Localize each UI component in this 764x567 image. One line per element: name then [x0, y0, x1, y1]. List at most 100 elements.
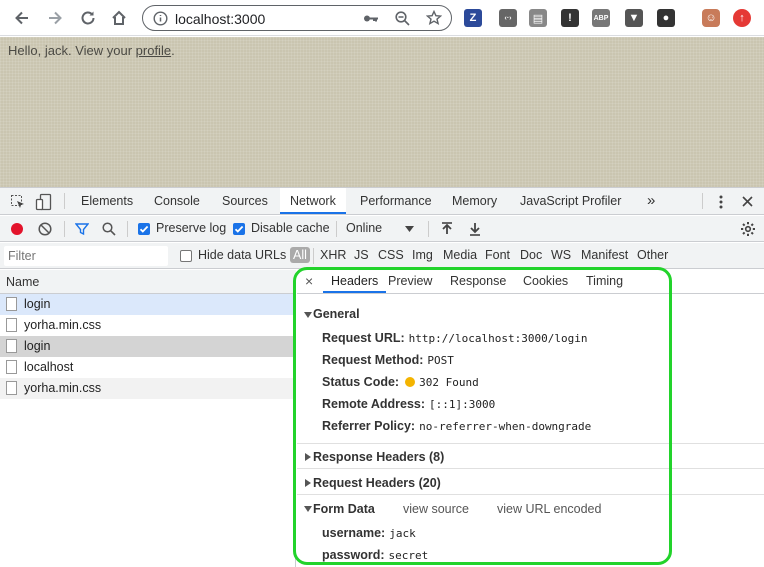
tab-javascript-profiler[interactable]: JavaScript Profiler	[520, 188, 621, 214]
form-data-title[interactable]: Form Data	[313, 502, 375, 516]
type-filter-other[interactable]: Other	[637, 248, 668, 262]
request-row[interactable]: yorha.min.css	[0, 378, 296, 399]
status-dot-icon	[405, 377, 416, 387]
home-button[interactable]	[108, 7, 130, 29]
reload-button[interactable]	[77, 7, 99, 29]
form-value: secret	[388, 549, 429, 562]
export-har-icon[interactable]	[469, 222, 481, 236]
search-icon[interactable]	[102, 222, 116, 236]
inspect-element-icon[interactable]	[10, 194, 26, 210]
upload-icon[interactable]: ↑	[733, 9, 751, 27]
general-row: Status Code: 302 Found	[322, 375, 479, 389]
page-icon[interactable]: ▤	[529, 9, 547, 27]
hide-data-urls-label[interactable]: Hide data URLs	[198, 248, 286, 262]
detail-tab-cookies[interactable]: Cookies	[523, 270, 568, 293]
throttling-select[interactable]: Online	[343, 218, 423, 239]
form-data-expand-icon[interactable]	[304, 506, 312, 512]
disable-cache-label[interactable]: Disable cache	[251, 221, 330, 235]
header-key: Remote Address:	[322, 397, 426, 411]
code-brackets-icon[interactable]: ‹·›	[499, 9, 517, 27]
hide-data-urls-checkbox[interactable]	[180, 250, 192, 262]
form-data-row: username: jack	[322, 526, 416, 540]
response-headers-title[interactable]: Response Headers (8)	[313, 450, 444, 464]
type-filter-media[interactable]: Media	[443, 248, 477, 262]
separator	[64, 221, 65, 237]
filter-input[interactable]	[4, 246, 168, 266]
type-filter-img[interactable]: Img	[412, 248, 433, 262]
info-icon[interactable]	[153, 11, 168, 26]
more-tabs-button[interactable]: »	[647, 188, 655, 214]
form-key: password:	[322, 548, 385, 562]
z-icon[interactable]: Z	[464, 9, 482, 27]
detail-tab-bar: × Headers Preview Response Cookies Timing	[297, 270, 764, 294]
general-section-title[interactable]: General	[313, 307, 360, 321]
response-headers-expand-icon[interactable]	[305, 453, 311, 461]
type-filter-all[interactable]: All	[290, 247, 310, 263]
back-button[interactable]	[11, 7, 33, 29]
request-name: login	[24, 339, 51, 353]
clear-icon[interactable]	[38, 222, 52, 236]
file-icon	[6, 381, 17, 395]
type-filter-manifest[interactable]: Manifest	[581, 248, 628, 262]
general-expand-icon[interactable]	[304, 312, 312, 318]
request-list: Name login yorha.min.css login localhost yor…	[0, 270, 296, 567]
divider	[297, 468, 764, 469]
check-icon	[234, 225, 244, 233]
abp-icon[interactable]: ABP	[592, 9, 610, 27]
request-row[interactable]: login	[0, 336, 296, 357]
type-filter-xhr[interactable]: XHR	[320, 248, 346, 262]
profile-link[interactable]: profile	[136, 43, 171, 58]
tab-memory[interactable]: Memory	[452, 188, 497, 214]
detail-tab-preview[interactable]: Preview	[388, 270, 432, 293]
url-text[interactable]: localhost:3000	[175, 11, 265, 27]
type-filter-ws[interactable]: WS	[551, 248, 571, 262]
zoom-out-icon[interactable]	[395, 11, 410, 26]
record-icon[interactable]	[10, 222, 24, 236]
request-row[interactable]: login	[0, 294, 296, 315]
header-key: Request Method:	[322, 353, 424, 367]
tab-elements[interactable]: Elements	[81, 188, 133, 214]
import-har-icon[interactable]	[441, 222, 453, 236]
view-url-encoded-link[interactable]: view URL encoded	[497, 502, 601, 516]
tab-network[interactable]: Network	[280, 188, 346, 214]
type-filter-font[interactable]: Font	[485, 248, 510, 262]
bug-icon[interactable]: ●	[657, 9, 675, 27]
preserve-log-label[interactable]: Preserve log	[156, 221, 226, 235]
kebab-menu-icon[interactable]	[715, 194, 727, 210]
request-headers-expand-icon[interactable]	[305, 479, 311, 487]
disable-cache-checkbox[interactable]	[233, 223, 245, 235]
request-row[interactable]: yorha.min.css	[0, 315, 296, 336]
separator	[428, 221, 429, 237]
view-source-link[interactable]: view source	[403, 502, 469, 516]
star-icon[interactable]	[426, 10, 442, 26]
close-detail-icon[interactable]: ×	[305, 273, 313, 289]
tab-sources[interactable]: Sources	[222, 188, 268, 214]
detail-tab-timing[interactable]: Timing	[586, 270, 623, 293]
form-value: jack	[389, 527, 416, 540]
preserve-log-checkbox[interactable]	[138, 223, 150, 235]
vue-icon[interactable]: ▼	[625, 9, 643, 27]
request-headers-title[interactable]: Request Headers (20)	[313, 476, 441, 490]
detail-tab-headers[interactable]: Headers	[323, 270, 387, 293]
request-row[interactable]: localhost	[0, 357, 296, 378]
device-toolbar-icon[interactable]	[35, 193, 53, 211]
general-row: Remote Address: [::1]:3000	[322, 397, 495, 411]
type-filter-doc[interactable]: Doc	[520, 248, 542, 262]
close-devtools-icon[interactable]	[741, 195, 754, 208]
devtools-panel: Elements Console Sources Network Performance…	[0, 187, 764, 567]
detail-tab-response[interactable]: Response	[450, 270, 506, 293]
filter-funnel-icon[interactable]	[75, 222, 89, 236]
key-icon[interactable]	[363, 12, 379, 25]
type-filter-css[interactable]: CSS	[378, 248, 404, 262]
tab-console[interactable]: Console	[154, 188, 200, 214]
name-column-header[interactable]: Name	[6, 275, 39, 289]
settings-gear-icon[interactable]	[740, 221, 756, 237]
header-key: Referrer Policy:	[322, 419, 416, 433]
tab-performance[interactable]: Performance	[360, 188, 432, 214]
type-filter-js[interactable]: JS	[354, 248, 369, 262]
address-bar[interactable]: localhost:3000	[142, 5, 452, 31]
avatar-icon[interactable]: ☺	[702, 9, 720, 27]
request-list-header[interactable]: Name	[0, 270, 296, 294]
forward-button[interactable]	[44, 7, 66, 29]
info-circle-icon[interactable]: !	[561, 9, 579, 27]
